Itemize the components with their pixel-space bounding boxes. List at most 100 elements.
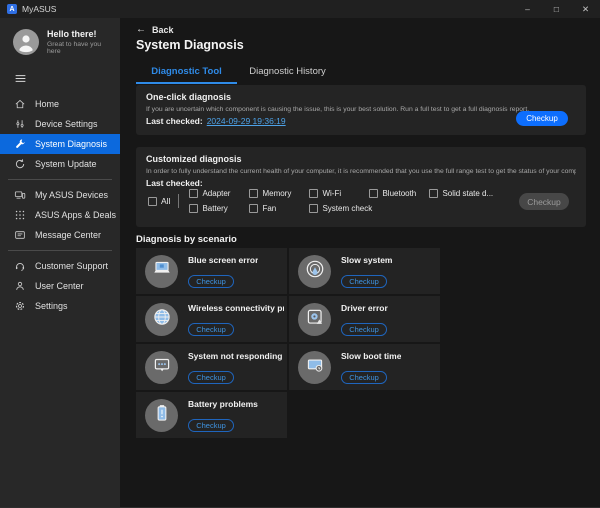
checkbox-column: Solid state d... xyxy=(429,189,489,213)
all-checkbox[interactable] xyxy=(148,197,157,206)
scenario-card: Wireless connectivity pr... Checkup xyxy=(136,296,287,342)
scenario-icon-circle xyxy=(145,255,178,288)
all-checkbox-item[interactable]: All xyxy=(148,196,170,206)
scenario-card-title: Driver error xyxy=(341,303,388,313)
component-checkbox-item[interactable]: Bluetooth xyxy=(369,189,429,198)
system-diagnosis-icon xyxy=(14,138,26,150)
customized-checkup-button[interactable]: Checkup xyxy=(519,193,569,210)
component-checkbox[interactable] xyxy=(309,189,318,198)
sidebar-item[interactable]: Home xyxy=(0,94,120,114)
avatar xyxy=(13,29,39,55)
sidebar-item[interactable]: Device Settings xyxy=(0,114,120,134)
sidebar-item-label: System Diagnosis xyxy=(35,139,107,149)
scenario-checkup-button[interactable]: Checkup xyxy=(188,275,234,288)
checkbox-column: Bluetooth xyxy=(369,189,429,213)
device-settings-icon xyxy=(14,118,26,130)
sidebar-divider xyxy=(8,250,112,251)
page-title: System Diagnosis xyxy=(136,38,244,52)
scenario-card-title: Blue screen error xyxy=(188,255,258,265)
sidebar-item[interactable]: System Diagnosis xyxy=(0,134,120,154)
back-button[interactable]: ← Back xyxy=(136,24,174,35)
scenario-card-title: Wireless connectivity pr... xyxy=(188,303,284,313)
all-checkbox-label: All xyxy=(161,196,170,206)
scenario-checkup-button[interactable]: Checkup xyxy=(341,275,387,288)
component-checkbox[interactable] xyxy=(309,204,318,213)
battery-icon xyxy=(151,402,173,429)
one-click-checkup-button[interactable]: Checkup xyxy=(516,111,568,126)
component-checkbox-item[interactable]: Fan xyxy=(249,204,309,213)
scenario-icon-circle xyxy=(145,399,178,432)
component-checkbox-label: Battery xyxy=(202,204,227,213)
component-checkbox-item[interactable]: Memory xyxy=(249,189,309,198)
component-checkbox[interactable] xyxy=(189,189,198,198)
checkbox-column: Adapter Battery xyxy=(189,189,249,213)
maximize-button[interactable]: □ xyxy=(542,0,571,18)
sidebar-item[interactable]: System Update xyxy=(0,154,120,174)
menu-toggle-icon[interactable] xyxy=(14,72,27,85)
sidebar-item[interactable]: User Center xyxy=(0,276,120,296)
minimize-button[interactable]: – xyxy=(513,0,542,18)
myasus-window: A MyASUS – □ ✕ Hello there! Great to hav… xyxy=(0,0,600,508)
tab[interactable]: Diagnostic History xyxy=(237,62,338,84)
sidebar-item-label: User Center xyxy=(35,281,84,291)
wireless-icon xyxy=(151,306,173,333)
greeting-subtitle: Great to have you here xyxy=(47,41,112,55)
user-icon xyxy=(14,280,26,292)
sidebar-item[interactable]: ASUS Apps & Deals xyxy=(0,205,120,225)
scenario-checkup-button[interactable]: Checkup xyxy=(188,323,234,336)
scenario-card: Driver error Checkup xyxy=(289,296,440,342)
settings-icon xyxy=(14,300,26,312)
sidebar: Hello there! Great to have you here Home… xyxy=(0,18,120,507)
scenario-checkup-button[interactable]: Checkup xyxy=(188,419,234,432)
tab-bar: Diagnostic Tool Diagnostic History xyxy=(136,62,338,84)
close-button[interactable]: ✕ xyxy=(571,0,600,18)
bluescreen-icon xyxy=(151,258,173,285)
app-logo-icon: A xyxy=(7,4,17,14)
component-checkbox[interactable] xyxy=(369,189,378,198)
sidebar-item[interactable]: Customer Support xyxy=(0,256,120,276)
tab[interactable]: Diagnostic Tool xyxy=(136,62,237,84)
message-icon xyxy=(14,229,26,241)
home-icon xyxy=(14,98,26,110)
one-click-description: If you are uncertain which component is … xyxy=(146,106,576,113)
component-checkbox[interactable] xyxy=(429,189,438,198)
last-checked-link[interactable]: 2024-09-29 19:36:19 xyxy=(207,116,286,126)
apps-icon xyxy=(14,209,26,221)
scenario-card: Slow boot time Checkup xyxy=(289,344,440,390)
tab-label: Diagnostic Tool xyxy=(151,66,222,77)
sidebar-item-label: ASUS Apps & Deals xyxy=(35,210,116,220)
component-checkbox-item[interactable]: Wi-Fi xyxy=(309,189,369,198)
profile[interactable]: Hello there! Great to have you here xyxy=(0,18,120,55)
scenario-card: Battery problems Checkup xyxy=(136,392,287,438)
scenario-card-title: System not responding xyxy=(188,351,282,361)
scenario-card: Blue screen error Checkup xyxy=(136,248,287,294)
scenario-icon-circle xyxy=(145,351,178,384)
component-checkbox-label: Memory xyxy=(262,189,291,198)
scenario-icon-circle xyxy=(298,255,331,288)
sidebar-item-label: Customer Support xyxy=(35,261,108,271)
sidebar-item-label: Message Center xyxy=(35,230,101,240)
sidebar-item[interactable]: Message Center xyxy=(0,225,120,245)
greeting: Hello there! Great to have you here xyxy=(47,29,112,55)
sidebar-item-label: System Update xyxy=(35,159,97,169)
scenario-checkup-button[interactable]: Checkup xyxy=(341,323,387,336)
component-checkbox-label: Adapter xyxy=(202,189,230,198)
back-label: Back xyxy=(152,25,174,35)
component-checkbox-item[interactable]: System check xyxy=(309,204,369,213)
scenario-card: System not responding Checkup xyxy=(136,344,287,390)
component-checkbox-item[interactable]: Battery xyxy=(189,204,249,213)
component-checkbox[interactable] xyxy=(249,204,258,213)
component-checkbox-item[interactable]: Solid state d... xyxy=(429,189,489,198)
scenario-checkup-button[interactable]: Checkup xyxy=(188,371,234,384)
component-checkbox-area: All Adapter Battery xyxy=(148,189,496,213)
component-checkbox-item[interactable]: Adapter xyxy=(189,189,249,198)
sidebar-item[interactable]: My ASUS Devices xyxy=(0,185,120,205)
scenario-checkup-button[interactable]: Checkup xyxy=(341,371,387,384)
component-checkbox[interactable] xyxy=(249,189,258,198)
scenario-section-title: Diagnosis by scenario xyxy=(136,234,237,245)
checkbox-columns: Adapter Battery Memory xyxy=(189,189,489,213)
last-checked-label: Last checked: xyxy=(146,116,203,126)
one-click-title: One-click diagnosis xyxy=(146,92,586,102)
sidebar-item[interactable]: Settings xyxy=(0,296,120,316)
component-checkbox[interactable] xyxy=(189,204,198,213)
